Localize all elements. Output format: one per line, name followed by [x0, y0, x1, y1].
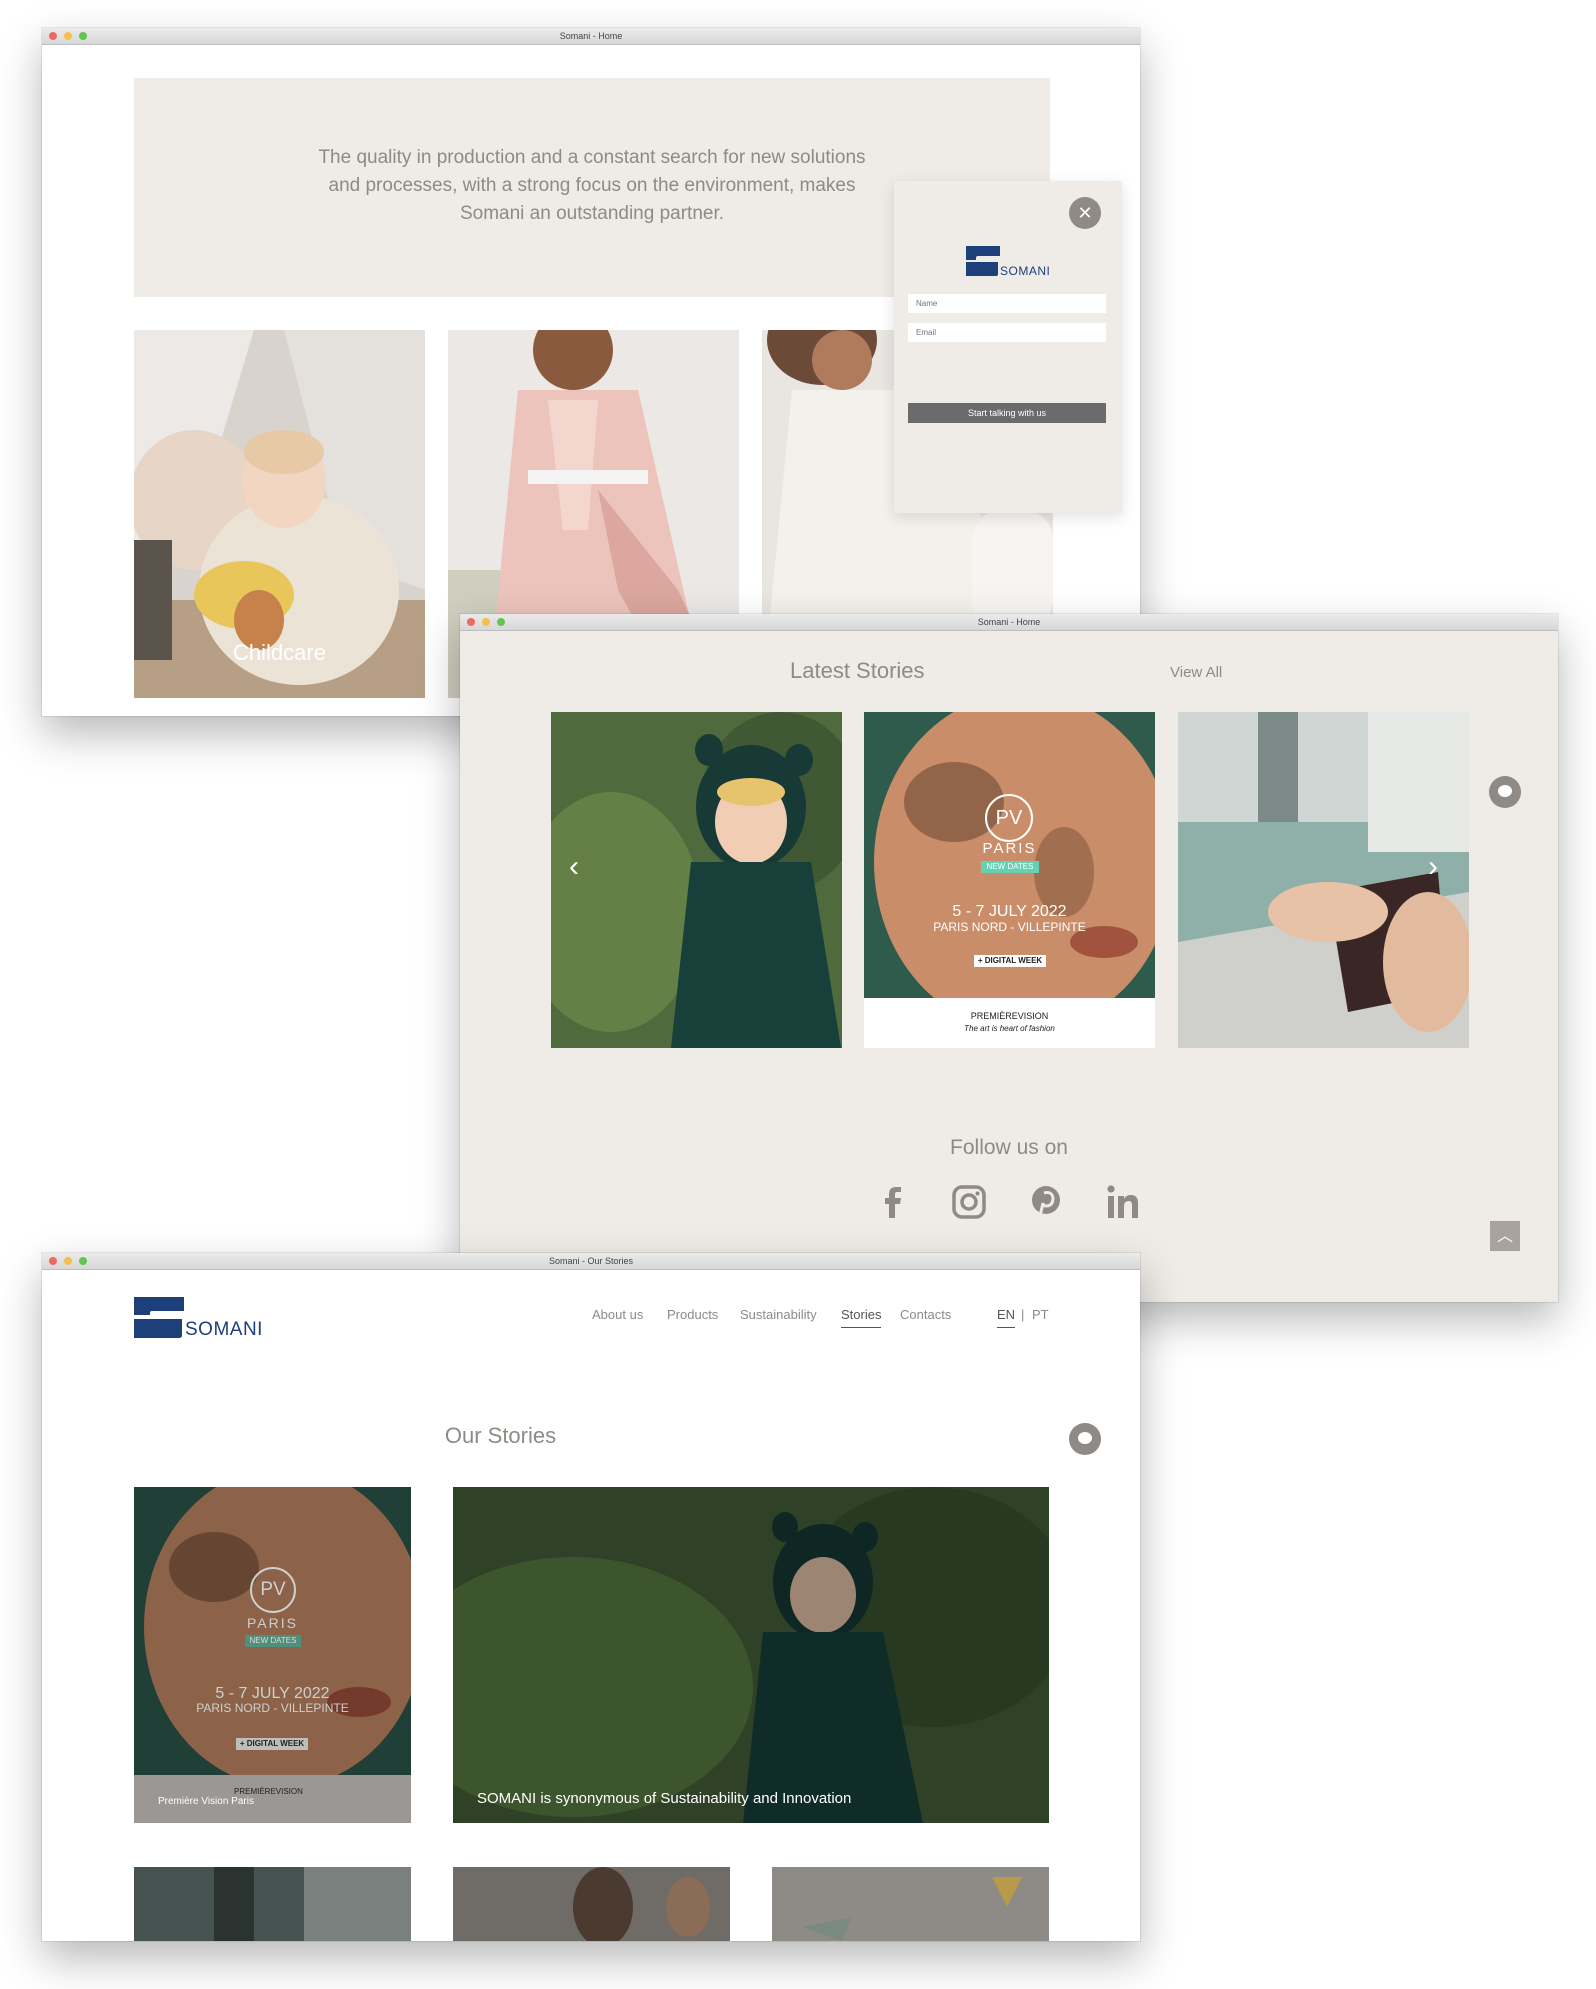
- lang-pt[interactable]: PT: [1032, 1307, 1049, 1322]
- minimize-window-button[interactable]: [64, 1257, 72, 1265]
- nav-stories[interactable]: Stories: [841, 1307, 882, 1328]
- poster-tag: + DIGITAL WEEK: [974, 955, 1046, 967]
- brand-name: SOMANI: [185, 1319, 263, 1340]
- contact-popup: ✕ SOMANI Start talking with us: [894, 181, 1122, 513]
- poster-dates: 5 - 7 JULY 2022: [952, 903, 1067, 920]
- follow-title: Follow us on: [950, 1136, 1068, 1159]
- carousel-prev-icon[interactable]: ‹: [569, 850, 579, 884]
- story-card[interactable]: PV PARIS NEW DATES 5 - 7 JULY 2022 PARIS…: [864, 712, 1155, 1048]
- nav-contacts[interactable]: Contacts: [900, 1307, 951, 1322]
- poster-venue: PARIS NORD - VILLEPINTE: [933, 920, 1086, 934]
- our-stories-window: Somani - Our Stories SOMANI About us Pro…: [42, 1253, 1140, 1941]
- facebook-icon[interactable]: [873, 1182, 913, 1222]
- story-photo: [772, 1867, 1049, 1941]
- window-title: Somani - Home: [559, 31, 623, 41]
- carousel-next-icon[interactable]: ›: [1428, 850, 1438, 884]
- chevron-up-icon: ︿: [1496, 1228, 1513, 1245]
- poster-badge: NEW DATES: [245, 1635, 301, 1647]
- poster-city: PARIS: [982, 840, 1037, 857]
- nav-about[interactable]: About us: [592, 1307, 643, 1322]
- window-title: Somani - Home: [977, 617, 1041, 627]
- title-bar: Somani - Home: [42, 28, 1140, 45]
- poster-photo: [134, 1487, 411, 1823]
- intro-text: The quality in production and a constant…: [318, 147, 866, 224]
- close-icon: ✕: [1077, 203, 1093, 223]
- linkedin-icon[interactable]: [1103, 1182, 1143, 1222]
- story-card[interactable]: ‹: [551, 712, 842, 1048]
- minimize-window-button[interactable]: [64, 32, 72, 40]
- poster-brand: PREMIÈREVISION: [970, 1011, 1049, 1021]
- zoom-window-button[interactable]: [497, 618, 505, 626]
- back-to-top-button[interactable]: ︿: [1490, 1221, 1520, 1251]
- story-card[interactable]: ›: [1178, 712, 1469, 1048]
- close-window-button[interactable]: [49, 32, 57, 40]
- zoom-window-button[interactable]: [79, 32, 87, 40]
- toddler-photo: [453, 1487, 1049, 1823]
- sewing-photo: [1178, 712, 1469, 1048]
- close-window-button[interactable]: [467, 618, 475, 626]
- lang-separator: |: [1021, 1307, 1025, 1322]
- story-card[interactable]: [453, 1867, 730, 1941]
- poster-brand: PREMIÈREVISION: [234, 1787, 303, 1796]
- chat-bubble-icon[interactable]: [1489, 776, 1521, 808]
- popup-brand: SOMANI: [1000, 264, 1051, 278]
- nav-products[interactable]: Products: [667, 1307, 718, 1322]
- story-card[interactable]: SOMANI is synonymous of Sustainability a…: [453, 1487, 1049, 1823]
- story-photo: [453, 1867, 730, 1941]
- poster-tag: + DIGITAL WEEK: [236, 1738, 308, 1750]
- story-caption: SOMANI is synonymous of Sustainability a…: [477, 1790, 852, 1807]
- chat-bubble-icon[interactable]: [1069, 1423, 1101, 1455]
- story-card[interactable]: PV PARIS NEW DATES 5 - 7 JULY 2022 PARIS…: [134, 1487, 411, 1823]
- window-title: Somani - Our Stories: [548, 1256, 634, 1266]
- title-bar: Somani - Our Stories: [42, 1253, 1140, 1270]
- close-window-button[interactable]: [49, 1257, 57, 1265]
- latest-stories-title: Latest Stories: [790, 658, 925, 683]
- home-window: Somani - Home The quality in production …: [42, 28, 1140, 716]
- our-stories-title: Our Stories: [444, 1423, 557, 1448]
- pv-logo: PV: [985, 794, 1033, 842]
- poster-city: PARIS: [247, 1615, 298, 1631]
- zoom-window-button[interactable]: [79, 1257, 87, 1265]
- poster-venue: PARIS NORD - VILLEPINTE: [196, 1701, 349, 1715]
- story-caption: Première Vision Paris: [158, 1796, 254, 1807]
- story-card[interactable]: [134, 1867, 411, 1941]
- email-field[interactable]: [908, 323, 1106, 342]
- poster-tagline: The art is heart of fashion: [964, 1024, 1055, 1033]
- lang-en[interactable]: EN: [997, 1307, 1016, 1328]
- instagram-icon[interactable]: [949, 1182, 989, 1222]
- story-photo: [134, 1867, 411, 1941]
- poster-badge: NEW DATES: [981, 861, 1039, 873]
- pinterest-icon[interactable]: [1026, 1182, 1066, 1222]
- story-card[interactable]: [772, 1867, 1049, 1941]
- tile-label: Childcare: [233, 640, 326, 665]
- start-talking-button[interactable]: Start talking with us: [908, 403, 1106, 423]
- view-all-link[interactable]: View All: [1170, 664, 1222, 681]
- nav-sustainability[interactable]: Sustainability: [740, 1307, 817, 1322]
- childcare-tile[interactable]: Childcare: [134, 330, 425, 698]
- name-field[interactable]: [908, 294, 1106, 313]
- popup-close-button[interactable]: ✕: [1069, 197, 1101, 229]
- toddler-photo: [551, 712, 842, 1048]
- home-stories-window: Somani - Home Latest Stories View All ‹ …: [460, 614, 1558, 1302]
- pv-logo: PV: [250, 1567, 296, 1613]
- minimize-window-button[interactable]: [482, 618, 490, 626]
- title-bar: Somani - Home: [460, 614, 1558, 631]
